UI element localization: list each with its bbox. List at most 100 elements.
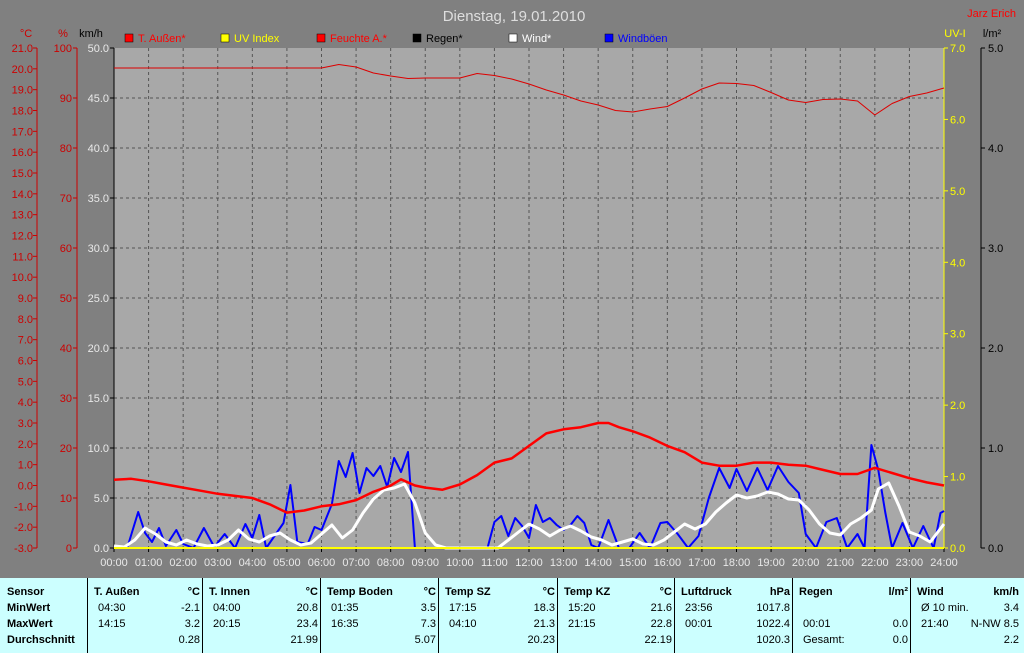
legend-label: Windböen [618,33,668,45]
legend-label: Regen* [426,33,463,45]
temp-tick-label: -1.0 [14,501,33,513]
stats-min-time: 17:15 [449,602,477,614]
uv-tick-label: 4.0 [950,257,965,269]
legend-swatch [412,33,422,43]
time-tick-label: 21:00 [826,557,854,569]
rain-tick-label: 5.0 [988,43,1003,55]
author-label: Jarz Erich [967,8,1016,20]
wind-tick-label: 20.0 [88,343,109,355]
stats-avg-value: 5.07 [414,634,436,646]
temp-tick-label: 2.0 [18,439,33,451]
temp-unit: °C [20,28,32,40]
wind-tick-label: 0.0 [94,543,109,555]
stats-min-value: -2.1 [181,602,200,614]
stats-avg-value: 0.28 [178,634,200,646]
time-tick-label: 08:00 [377,557,405,569]
time-tick-label: 19:00 [757,557,785,569]
hum-tick-label: 0 [66,543,72,555]
stats-column-separator [792,578,793,653]
temp-tick-label: 17.0 [12,126,33,138]
stats-column-unit: °C [305,586,318,598]
stats-max-value: 3.2 [184,618,200,630]
hum-tick-label: 90 [60,93,72,105]
time-tick-label: 02:00 [169,557,197,569]
wind-tick-label: 40.0 [88,143,109,155]
legend-swatch [508,33,518,43]
time-tick-label: 07:00 [342,557,370,569]
wind-tick-label: 45.0 [88,93,109,105]
stats-avg-value: 1020.3 [756,634,790,646]
hum-tick-label: 100 [54,43,72,55]
stats-min-time: 04:00 [213,602,241,614]
stats-max-time: 21:40 [921,618,949,630]
hum-tick-label: 30 [60,393,72,405]
stats-row-label: Durchschnitt [7,634,75,646]
temp-tick-label: 20.0 [12,64,33,76]
wind-tick-label: 35.0 [88,193,109,205]
stats-column-title: Temp Boden [327,586,393,598]
stats-column-unit: km/h [993,586,1019,598]
stats-max-time: 14:15 [98,618,126,630]
time-tick-label: 16:00 [654,557,682,569]
rain-tick-label: 1.0 [988,443,1003,455]
stats-max-time: 16:35 [331,618,359,630]
stats-column-separator [202,578,203,653]
time-tick-label: 01:00 [135,557,163,569]
rain-tick-label: 4.0 [988,143,1003,155]
time-tick-label: 23:00 [896,557,924,569]
stats-column-separator [320,578,321,653]
stats-column-separator [910,578,911,653]
time-tick-label: 12:00 [515,557,543,569]
stats-min-time: 04:30 [98,602,126,614]
stats-row-label: Sensor [7,586,45,598]
stats-avg-value: 21.99 [290,634,318,646]
stats-max-value: 23.4 [296,618,318,630]
stats-column-unit: hPa [769,586,790,598]
stats-column-separator [87,578,88,653]
temp-tick-label: 7.0 [18,335,33,347]
hum-unit: % [58,28,68,40]
temp-tick-label: 12.0 [12,231,33,243]
hum-tick-label: 40 [60,343,72,355]
time-tick-label: 18:00 [723,557,751,569]
temp-tick-label: 1.0 [18,460,33,472]
uv-tick-label: 3.0 [950,329,965,341]
stats-column-separator [557,578,558,653]
legend-swatch [220,33,230,43]
stats-max-time: 21:15 [568,618,596,630]
hum-tick-label: 10 [60,493,72,505]
rain-tick-label: 0.0 [988,543,1003,555]
stats-column-unit: °C [542,586,555,598]
time-tick-label: 13:00 [550,557,578,569]
stats-row-label: MaxWert [7,618,53,630]
chart-title: Dienstag, 19.01.2010 [443,8,586,25]
rain-unit: l/m² [983,28,1002,40]
weather-chart: °C% km/h UV-I l/m² 21.0 20.0 19.0 18.0 17.0 16.0 1… [0,0,1024,578]
temp-tick-label: 6.0 [18,356,33,368]
legend-label: Wind* [522,33,552,45]
wind-tick-label: 10.0 [88,443,109,455]
uv-tick-label: 2.0 [950,400,965,412]
wind-tick-label: 25.0 [88,293,109,305]
temp-tick-label: 13.0 [12,210,33,222]
legend-label: T. Außen* [138,33,186,45]
stats-max-time: 04:10 [449,618,477,630]
uv-tick-label: 0.0 [950,543,965,555]
rain-tick-label: 3.0 [988,243,1003,255]
stats-max-time: 20:15 [213,618,241,630]
hum-tick-label: 80 [60,143,72,155]
stats-max-value: 21.3 [533,618,555,630]
stats-min-time: 15:20 [568,602,596,614]
temp-tick-label: 9.0 [18,293,33,305]
temp-tick-label: 15.0 [12,168,33,180]
time-tick-label: 14:00 [584,557,612,569]
stats-min-value: 21.6 [650,602,672,614]
time-tick-label: 09:00 [411,557,439,569]
wind-unit: km/h [79,28,103,40]
wind-tick-label: 15.0 [88,393,109,405]
stats-min-value: 20.8 [296,602,318,614]
time-tick-label: 05:00 [273,557,301,569]
stats-min-time: 01:35 [331,602,359,614]
uv-tick-label: 1.0 [950,472,965,484]
stats-max-time: 00:01 [685,618,713,630]
